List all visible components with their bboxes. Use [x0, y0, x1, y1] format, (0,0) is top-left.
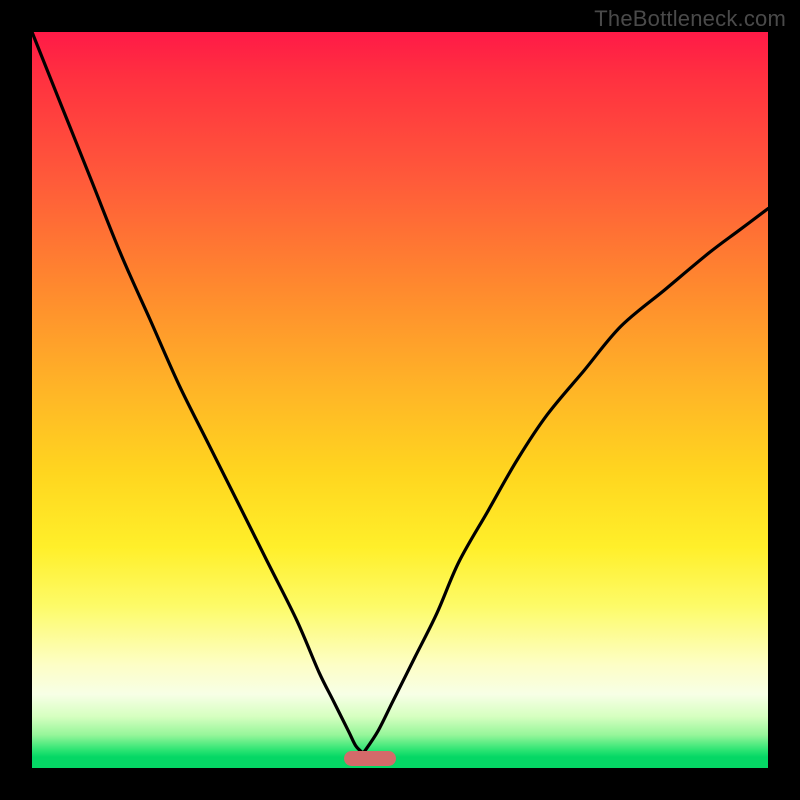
plot-area — [32, 32, 768, 768]
bottleneck-marker — [344, 751, 396, 766]
left-curve — [32, 32, 363, 753]
curve-layer — [32, 32, 768, 768]
chart-frame: TheBottleneck.com — [0, 0, 800, 800]
right-curve — [363, 209, 768, 754]
watermark-text: TheBottleneck.com — [594, 6, 786, 32]
